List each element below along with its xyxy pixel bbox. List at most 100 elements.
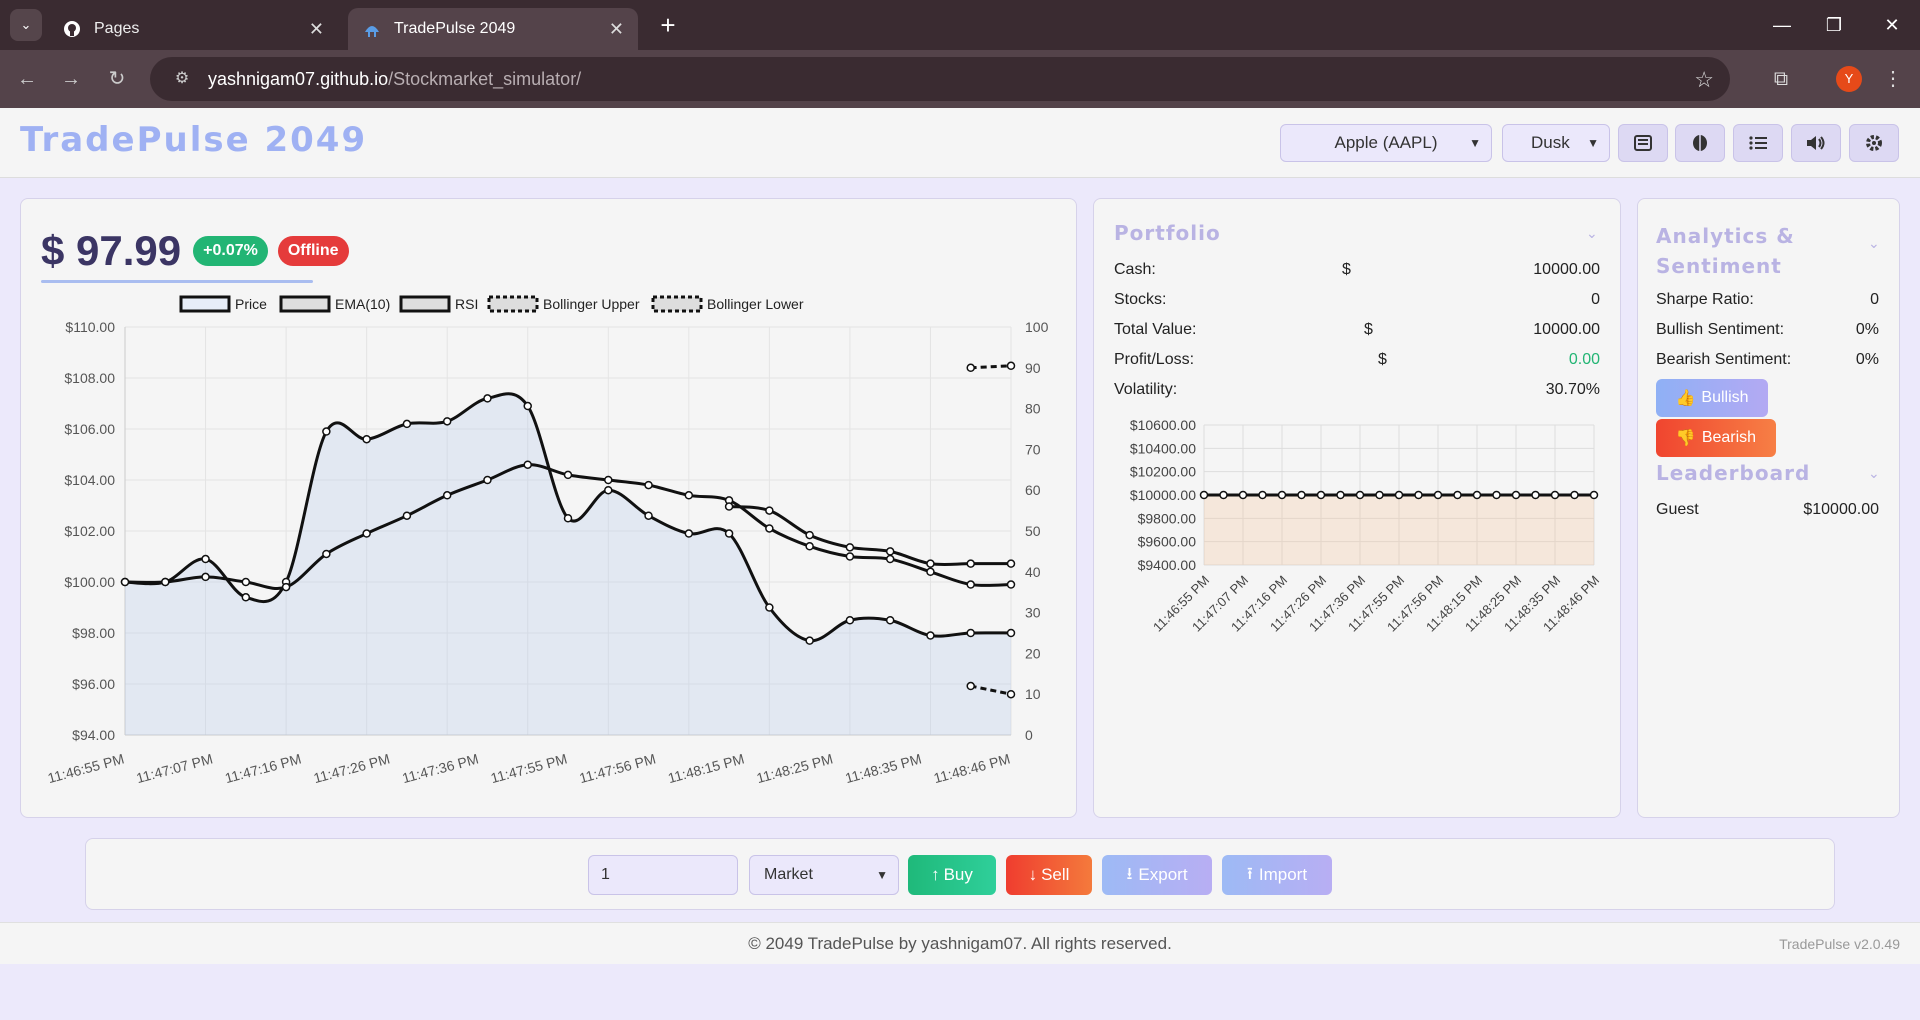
data-point [1238, 490, 1248, 500]
data-point [1277, 490, 1287, 500]
analytics-title: Analytics & Sentiment [1656, 221, 1795, 281]
minimize-icon[interactable]: — [1762, 10, 1802, 40]
x-tick-label: 11:46:55 PM [46, 750, 126, 786]
reload-icon[interactable]: ↻ [102, 64, 132, 94]
theme-select[interactable]: Dusk ▼ [1502, 124, 1610, 162]
close-window-icon[interactable]: ✕ [1872, 10, 1912, 40]
list-button[interactable] [1733, 124, 1783, 162]
data-point [322, 427, 331, 436]
portfolio-value-chart[interactable]: $9400.00 $9600.00 $9800.00 $10000.00 $10200.… [1104, 411, 1604, 671]
profit-loss-value: 0.00 [1568, 351, 1600, 368]
bullish-button[interactable]: 👍 Bullish [1656, 379, 1768, 417]
series-line-rsi [728, 505, 1011, 567]
series-line-bollinger-upper [970, 364, 1012, 370]
data-point [241, 593, 251, 602]
portfolio-title: Portfolio [1114, 221, 1221, 245]
site-info-icon[interactable]: ⚙ [170, 67, 194, 91]
current-price: $ 97.99 [41, 227, 181, 275]
buy-button[interactable]: ↑ Buy [908, 855, 996, 895]
y-left-tick-label: $108.00 [64, 370, 115, 386]
close-icon[interactable]: ✕ [309, 19, 324, 40]
data-point [926, 567, 935, 577]
data-point [1258, 490, 1267, 500]
y-right-tick-label: 50 [1025, 523, 1041, 539]
sell-label: Sell [1041, 865, 1070, 884]
data-point [765, 506, 774, 515]
news-button[interactable] [1618, 124, 1668, 162]
brain-button[interactable] [1675, 124, 1725, 162]
y-right-tick-label: 100 [1025, 319, 1049, 335]
cash-label: Cash: [1114, 261, 1156, 278]
y-right-tick-label: 30 [1025, 605, 1041, 621]
data-point [1006, 628, 1016, 638]
browser-toolbar: ← → ↻ ⚙ yashnigam07.github.io/Stockmarke… [0, 50, 1920, 108]
legend-label: Bollinger Upper [543, 296, 640, 312]
sharpe-value: 0 [1870, 291, 1879, 308]
data-point [805, 636, 814, 645]
chevron-down-icon[interactable]: ⌄ [1586, 225, 1598, 242]
close-icon[interactable]: ✕ [609, 19, 624, 40]
y-right-tick-label: 70 [1025, 441, 1041, 457]
data-point [684, 491, 694, 500]
import-button[interactable]: ⭱ Import [1222, 855, 1332, 895]
y-left-tick-label: $110.00 [65, 319, 115, 335]
legend-item: Bollinger Lower [651, 295, 804, 313]
restore-icon[interactable]: ❐ [1814, 10, 1854, 40]
sell-button[interactable]: ↓ Sell [1006, 855, 1092, 895]
data-point [724, 529, 734, 538]
data-point [1453, 490, 1462, 500]
chevron-down-icon[interactable]: ⌄ [1868, 235, 1880, 252]
x-tick-label: 11:47:16 PM [223, 750, 303, 786]
footer: © 2049 TradePulse by yashnigam07. All ri… [0, 922, 1920, 964]
order-type-select[interactable]: Market ▼ [749, 855, 899, 895]
import-label: Import [1258, 865, 1308, 884]
data-point [966, 681, 975, 691]
chevron-down-icon: ▼ [1469, 136, 1481, 150]
price-chart[interactable]: Price EMA(10) RSI Bollinger Upper Bollinger … [29, 287, 1069, 807]
y-tick-label: $10600.00 [1130, 417, 1196, 433]
data-point [241, 577, 251, 587]
extensions-icon[interactable]: ⧉ [1764, 62, 1798, 96]
browser-menu-icon[interactable]: ⋮ [1876, 62, 1910, 96]
back-icon[interactable]: ← [12, 64, 42, 94]
new-tab-button[interactable]: + [652, 10, 684, 42]
profile-avatar[interactable]: Y [1836, 66, 1862, 92]
sharpe-label: Sharpe Ratio: [1656, 291, 1754, 308]
bullish-button-label: Bullish [1701, 389, 1749, 406]
quantity-input[interactable]: 1 [588, 855, 738, 895]
data-point [1219, 490, 1228, 500]
bullish-sentiment-label: Bullish Sentiment: [1656, 321, 1785, 338]
y-left-tick-label: $100.00 [64, 574, 115, 590]
browser-tab-pages[interactable]: Pages ✕ [48, 8, 338, 50]
browser-tab-tradepulse[interactable]: TradePulse 2049 ✕ [348, 8, 638, 50]
price-underline [41, 280, 313, 283]
data-point [1433, 490, 1443, 500]
data-point [523, 460, 532, 469]
bearish-button[interactable]: 👎 Bearish [1656, 419, 1776, 457]
chevron-down-icon[interactable]: ⌄ [1868, 465, 1880, 482]
app-logo: TradePulse 2049 [20, 120, 368, 160]
data-point [845, 616, 855, 625]
github-icon [62, 19, 82, 39]
address-bar[interactable]: ⚙ yashnigam07.github.io/Stockmarket_simu… [150, 57, 1730, 101]
data-point [120, 577, 130, 587]
data-point [966, 363, 975, 373]
settings-button[interactable] [1849, 124, 1899, 162]
legend-label: EMA(10) [335, 296, 390, 312]
data-point [483, 475, 492, 485]
stock-select[interactable]: Apple (AAPL) ▼ [1280, 124, 1492, 162]
data-point [281, 582, 291, 592]
x-tick-label: 11:47:55 PM [489, 750, 569, 786]
bookmark-star-icon[interactable]: ☆ [1694, 67, 1714, 93]
tab-search-button[interactable]: ⌄ [10, 9, 42, 41]
forward-icon[interactable]: → [56, 64, 86, 94]
data-point [845, 552, 855, 561]
y-tick-label: $9600.00 [1138, 534, 1197, 550]
legend-label: Bollinger Lower [707, 296, 804, 312]
sound-button[interactable] [1791, 124, 1841, 162]
export-button[interactable]: ⭳ Export [1102, 855, 1212, 895]
data-point [604, 475, 613, 485]
y-right-tick-label: 10 [1025, 686, 1041, 702]
data-point [201, 554, 210, 564]
data-point [1414, 490, 1423, 500]
